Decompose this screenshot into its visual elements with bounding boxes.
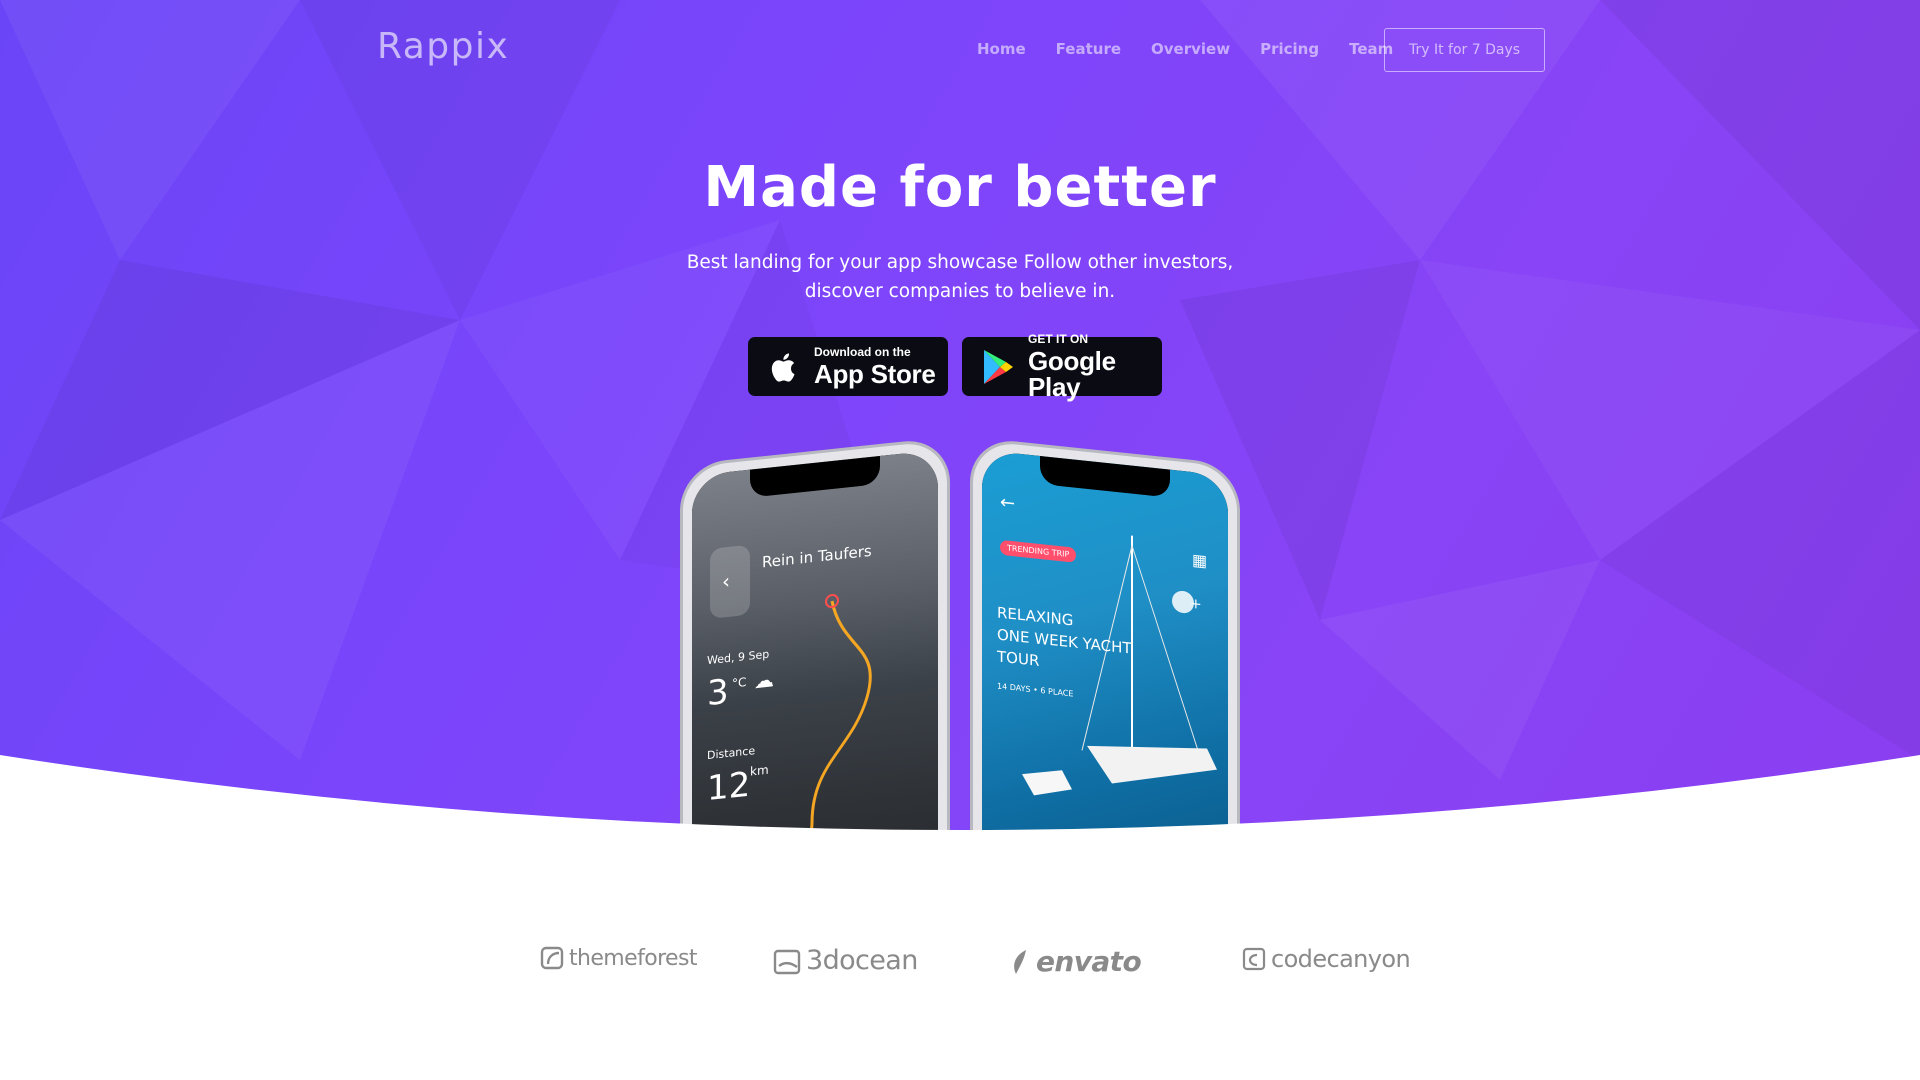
partner-3docean-label: 3docean — [806, 945, 918, 976]
back-button[interactable]: ‹ — [710, 544, 750, 619]
partner-themeforest-label: themeforest — [569, 945, 697, 971]
brand-logo[interactable]: Rappix — [377, 26, 509, 67]
partner-themeforest[interactable]: themeforest — [539, 945, 697, 971]
google-play-icon — [984, 349, 1013, 384]
hero-subtitle-line1: Best landing for your app showcase Follo… — [686, 252, 1234, 273]
app-store-button[interactable]: Download on the App Store — [748, 337, 948, 396]
hero-title: Made for better — [703, 155, 1217, 220]
partner-envato-label: envato — [1036, 945, 1142, 978]
3docean-icon — [773, 949, 801, 974]
trip-headline: RELAXING ONE WEEK YACHT TOUR — [997, 601, 1132, 681]
map-icon[interactable]: ▦ — [1192, 550, 1207, 571]
arrow-left-icon[interactable]: ← — [1000, 492, 1015, 515]
nav-overview[interactable]: Overview — [1151, 40, 1230, 58]
partner-codecanyon-label: codecanyon — [1271, 945, 1411, 973]
app-store-small-label: Download on the — [814, 345, 911, 359]
partner-3docean[interactable]: 3docean — [772, 945, 918, 976]
main-nav: Home Feature Overview Pricing Team — [977, 40, 1393, 58]
apple-icon — [771, 352, 795, 382]
hero-subtitle-line2: discover companies to believe in. — [804, 281, 1116, 302]
app-store-label: App Store — [814, 359, 936, 389]
partner-envato[interactable]: envato — [1010, 945, 1142, 978]
partner-codecanyon[interactable]: codecanyon — [1241, 945, 1411, 973]
hero-section: Rappix Home Feature Overview Pricing Tea… — [0, 0, 1920, 850]
hero-polygon-background — [0, 0, 1920, 780]
add-icon[interactable]: + — [1190, 596, 1202, 613]
nav-pricing[interactable]: Pricing — [1260, 40, 1319, 58]
themeforest-icon — [540, 946, 564, 970]
partner-logos: themeforest 3docean envato codecanyon — [0, 945, 1920, 985]
google-play-small-label: GET IT ON — [1028, 332, 1088, 346]
google-play-button[interactable]: GET IT ON Google Play — [962, 333, 1162, 400]
weather-temp: 3 — [707, 671, 729, 715]
hero-subtitle: Best landing for your app showcase Follo… — [660, 248, 1260, 306]
nav-feature[interactable]: Feature — [1056, 40, 1121, 58]
google-play-label: Google Play — [1028, 346, 1116, 402]
nav-home[interactable]: Home — [977, 40, 1026, 58]
cloud-sun-icon: ☁ — [754, 667, 774, 694]
try-free-button[interactable]: Try It for 7 Days — [1384, 28, 1545, 72]
codecanyon-icon — [1242, 947, 1266, 971]
chevron-left-icon: ‹ — [722, 568, 730, 594]
envato-leaf-icon — [1014, 949, 1026, 974]
weather-temp-unit: °C — [732, 675, 747, 691]
hero-bottom-curve — [0, 755, 1920, 850]
